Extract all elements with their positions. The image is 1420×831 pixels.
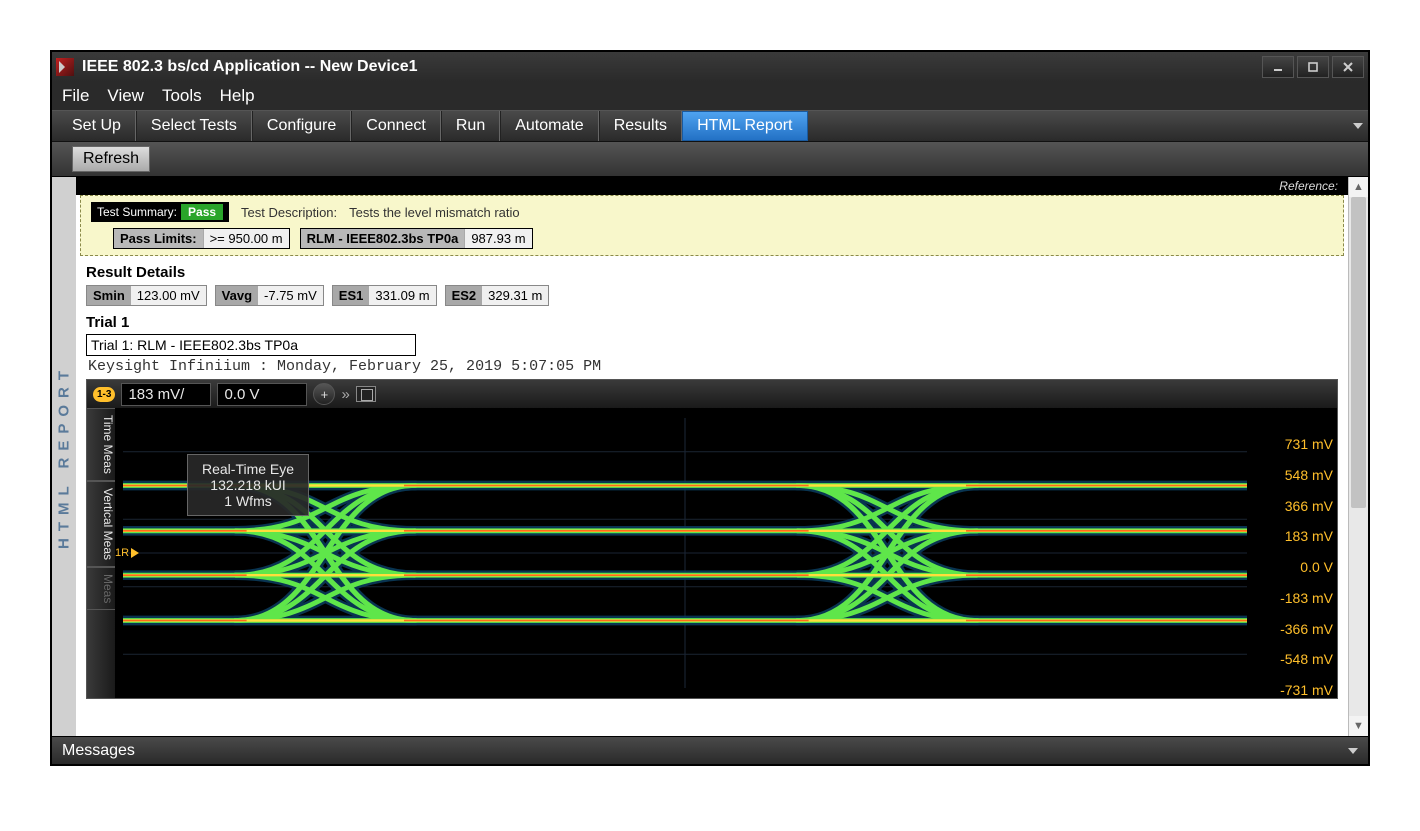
maximize-button[interactable] <box>1297 56 1329 78</box>
report-toolbar: Refresh <box>52 142 1368 176</box>
tab-results[interactable]: Results <box>599 111 682 141</box>
result-details-row: Smin123.00 mV Vavg-7.75 mV ES1331.09 m E… <box>76 283 1348 314</box>
tab-select-tests[interactable]: Select Tests <box>136 111 252 141</box>
refresh-button[interactable]: Refresh <box>72 146 150 172</box>
trial-meta: Keysight Infiniium : Monday, February 25… <box>76 356 1348 377</box>
reference-marker[interactable]: 1R <box>115 547 139 559</box>
tab-meas-dim: Meas <box>87 567 115 610</box>
chevron-down-icon[interactable] <box>1348 748 1358 754</box>
reference-row: Reference: <box>76 177 1348 195</box>
scroll-up-icon[interactable]: ▲ <box>1349 177 1368 197</box>
tab-html-report[interactable]: HTML Report <box>682 111 807 141</box>
tab-time-meas[interactable]: Time Meas <box>87 408 115 481</box>
menu-tools[interactable]: Tools <box>162 86 202 106</box>
tabbar-more-icon[interactable] <box>1348 111 1368 141</box>
side-tab-html-report[interactable]: HTML REPORT <box>52 177 76 736</box>
test-summary-box: Test Summary: Pass Test Description: Tes… <box>80 195 1344 256</box>
tab-configure[interactable]: Configure <box>252 111 351 141</box>
chip-es2: ES2329.31 m <box>445 285 550 306</box>
close-button[interactable] <box>1332 56 1364 78</box>
volts-per-div-input[interactable] <box>121 383 211 406</box>
vertical-scrollbar[interactable]: ▲ ▼ <box>1348 177 1368 736</box>
tabbar: Set Up Select Tests Configure Connect Ru… <box>52 110 1368 142</box>
trial-heading: Trial 1 <box>76 314 1348 331</box>
minimize-button[interactable] <box>1262 56 1294 78</box>
channel-chip[interactable]: 1-3 <box>93 387 115 402</box>
menubar: File View Tools Help <box>52 82 1368 110</box>
offset-input[interactable] <box>217 383 307 406</box>
result-details-heading: Result Details <box>76 262 1348 283</box>
test-description-label: Test Description: <box>241 205 337 220</box>
scroll-down-icon[interactable]: ▼ <box>1349 716 1368 736</box>
tab-run[interactable]: Run <box>441 111 500 141</box>
scroll-thumb[interactable] <box>1351 197 1366 508</box>
app-icon <box>56 58 74 76</box>
menu-help[interactable]: Help <box>220 86 255 106</box>
plus-icon[interactable]: + <box>313 383 335 405</box>
test-summary-label: Test Summary: <box>97 205 177 219</box>
menu-view[interactable]: View <box>107 86 144 106</box>
eye-info-box: Real-Time Eye 132.218 kUI 1 Wfms <box>187 454 309 516</box>
test-description-value: Tests the level mismatch ratio <box>349 205 520 220</box>
pass-limits-chip: Pass Limits: >= 950.00 m <box>113 228 290 249</box>
oscilloscope-panel: 1-3 + » Time Meas Vertical Meas Meas <box>86 379 1338 699</box>
tab-automate[interactable]: Automate <box>500 111 598 141</box>
status-badge: Pass <box>181 204 223 220</box>
messages-bar[interactable]: Messages <box>52 736 1368 764</box>
chip-es1: ES1331.09 m <box>332 285 437 306</box>
window-title: IEEE 802.3 bs/cd Application -- New Devi… <box>82 58 418 76</box>
rlm-chip: RLM - IEEE802.3bs TP0a 987.93 m <box>300 228 533 249</box>
messages-label: Messages <box>62 742 135 760</box>
chip-vavg: Vavg-7.75 mV <box>215 285 324 306</box>
titlebar: IEEE 802.3 bs/cd Application -- New Devi… <box>52 52 1368 82</box>
chip-smin: Smin123.00 mV <box>86 285 207 306</box>
test-summary-chip: Test Summary: Pass <box>91 202 229 222</box>
trial-name-input[interactable] <box>86 334 416 356</box>
y-axis: 731 mV548 mV 366 mV183 mV 0.0 V-183 mV -… <box>1251 436 1333 698</box>
scope-left-tabs: Time Meas Vertical Meas Meas <box>87 408 115 698</box>
tab-vertical-meas[interactable]: Vertical Meas <box>87 481 115 567</box>
tab-connect[interactable]: Connect <box>351 111 441 141</box>
menu-file[interactable]: File <box>62 86 89 106</box>
chevron-right-icon[interactable]: » <box>341 386 349 403</box>
window-icon[interactable] <box>356 386 376 402</box>
tab-setup[interactable]: Set Up <box>58 111 136 141</box>
